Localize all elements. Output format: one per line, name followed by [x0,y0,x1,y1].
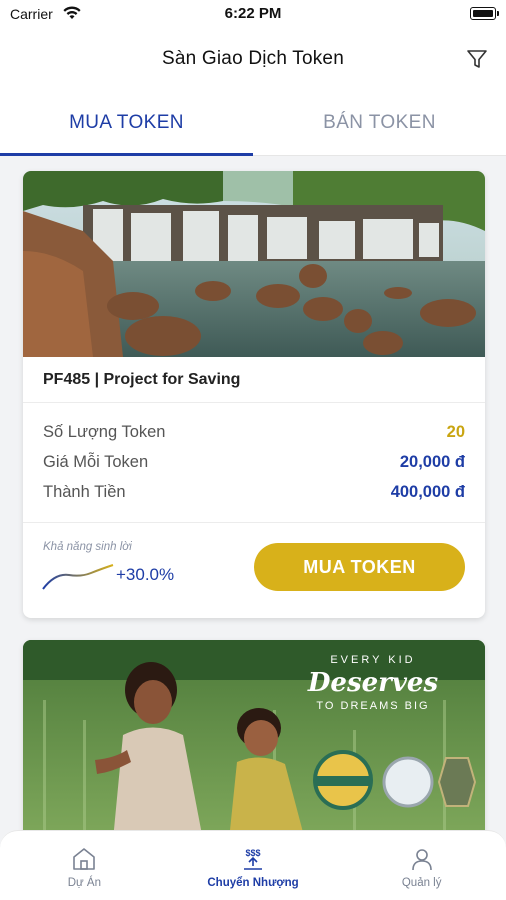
banner-slogan: EVERY KID Deserves TO DREAMS BIG [283,654,463,712]
app-header: Sàn Giao Dịch Token [0,28,506,90]
token-quantity-row: Số Lượng Token 20 [43,417,465,447]
page-title: Sàn Giao Dịch Token [162,48,344,69]
nav-item-projects[interactable]: Dự Án [0,831,169,900]
bottom-navigation: Dự Án $$$ Chuyển Nhượng Quản lý [0,830,506,900]
card-footer: Khả năng sinh lời +30.0% MUA TOKEN [23,523,485,617]
status-bar: Carrier 6:22 PM [0,0,506,28]
filter-icon[interactable] [466,48,488,70]
banner-line3: TO DREAMS BIG [316,700,430,712]
user-icon [411,849,432,871]
children-photo: EVERY KID Deserves TO DREAMS BIG [23,640,485,840]
project-card-banner[interactable]: EVERY KID Deserves TO DREAMS BIG [23,640,485,840]
buy-token-button[interactable]: MUA TOKEN [254,543,465,591]
token-price-row: Giá Mỗi Token 20,000 đ [43,447,465,477]
transfer-icon: $$$ [244,848,262,870]
nav-item-transfer[interactable]: $$$ Chuyển Nhượng [169,831,338,900]
token-details: Số Lượng Token 20 Giá Mỗi Token 20,000 đ… [23,403,485,523]
project-card[interactable]: PF485 | Project for Saving Số Lượng Toke… [23,171,485,618]
yield-value: +30.0% [116,565,175,584]
tab-sell-token[interactable]: BÁN TOKEN [253,90,506,155]
total-amount-value: 400,000 đ [390,482,465,501]
nav-label-projects: Dự Án [67,877,101,889]
row-label: Thành Tiền [43,482,126,501]
token-quantity-value: 20 [446,422,465,441]
tab-bar: MUA TOKEN BÁN TOKEN [0,90,506,156]
home-icon [73,848,96,870]
row-label: Giá Mỗi Token [43,452,149,471]
yield-sparkline-icon [42,564,114,590]
banner-line1: EVERY KID [330,654,416,666]
nav-label-transfer: Chuyển Nhượng [207,877,299,889]
yield-label: Khả năng sinh lời [43,541,132,553]
row-label: Số Lượng Token [43,422,166,441]
banner-line2: Deserves [307,668,439,698]
svg-text:$$$: $$$ [245,848,260,858]
tab-buy-token[interactable]: MUA TOKEN [0,90,253,156]
clock: 6:22 PM [224,5,282,22]
waterfall-photo [23,171,485,357]
nav-item-management[interactable]: Quản lý [337,831,506,900]
token-price-value: 20,000 đ [399,452,465,471]
total-amount-row: Thành Tiền 400,000 đ [43,477,465,507]
battery-icon [470,7,499,20]
project-title: PF485 | Project for Saving [23,357,485,403]
nav-label-management: Quản lý [401,877,442,889]
